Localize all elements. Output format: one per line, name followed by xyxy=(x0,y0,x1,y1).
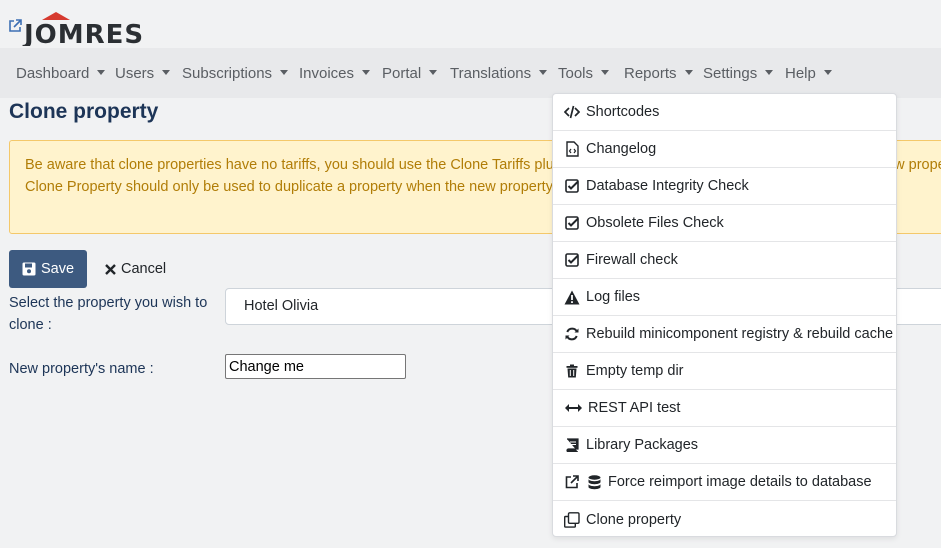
database-icon xyxy=(586,474,602,490)
tools-dropdown-menu: Shortcodes Changelog Database Integrity … xyxy=(552,93,897,537)
main-navbar: Dashboard Users Subscriptions Invoices P… xyxy=(0,48,941,98)
caret-down-icon xyxy=(601,70,610,75)
caret-down-icon xyxy=(97,70,106,75)
save-button[interactable]: Save xyxy=(9,250,87,288)
external-link-icon xyxy=(564,474,580,490)
caret-down-icon xyxy=(429,70,438,75)
nav-portal[interactable]: Portal xyxy=(382,48,438,98)
nav-users[interactable]: Users xyxy=(115,48,171,98)
nav-dashboard[interactable]: Dashboard xyxy=(16,48,106,98)
menu-item-changelog[interactable]: Changelog xyxy=(553,131,896,168)
arrows-h-icon xyxy=(564,400,582,416)
menu-item-force-reimport[interactable]: Force reimport image details to database xyxy=(553,464,896,501)
new-property-name-input[interactable] xyxy=(225,354,406,379)
book-icon xyxy=(564,437,580,453)
cancel-button[interactable]: Cancel xyxy=(105,256,166,282)
caret-down-icon xyxy=(539,70,548,75)
close-icon xyxy=(105,263,116,275)
menu-item-empty-temp-dir[interactable]: Empty temp dir xyxy=(553,353,896,390)
nav-subscriptions[interactable]: Subscriptions xyxy=(182,48,289,98)
check-square-icon xyxy=(564,178,580,194)
svg-text:JOMRES: JOMRES xyxy=(22,20,144,46)
nav-reports[interactable]: Reports xyxy=(624,48,693,98)
caret-down-icon xyxy=(280,70,289,75)
nav-help[interactable]: Help xyxy=(785,48,832,98)
jomres-logo[interactable]: JOMRES xyxy=(8,10,168,46)
select-property-label: Select the property you wish to clone : xyxy=(9,295,208,333)
nav-tools[interactable]: Tools xyxy=(558,48,610,98)
file-code-icon xyxy=(564,141,580,157)
menu-item-shortcodes[interactable]: Shortcodes xyxy=(553,94,896,131)
code-icon xyxy=(564,104,580,120)
menu-item-database-integrity-check[interactable]: Database Integrity Check xyxy=(553,168,896,205)
menu-item-log-files[interactable]: Log files xyxy=(553,279,896,316)
page-title: Clone property xyxy=(9,100,159,123)
nav-settings[interactable]: Settings xyxy=(703,48,774,98)
clone-icon xyxy=(564,511,580,528)
check-square-icon xyxy=(564,252,580,268)
floppy-disk-icon xyxy=(22,262,36,276)
caret-down-icon xyxy=(362,70,371,75)
nav-invoices[interactable]: Invoices xyxy=(299,48,371,98)
menu-item-rebuild-registry[interactable]: Rebuild minicomponent registry & rebuild… xyxy=(553,316,896,353)
trash-icon xyxy=(564,363,580,379)
menu-item-firewall-check[interactable]: Firewall check xyxy=(553,242,896,279)
caret-down-icon xyxy=(765,70,774,75)
caret-down-icon xyxy=(162,70,171,75)
new-name-label: New property's name : xyxy=(9,361,154,377)
menu-item-library-packages[interactable]: Library Packages xyxy=(553,427,896,464)
menu-item-clone-property[interactable]: Clone property xyxy=(553,501,896,538)
caret-down-icon xyxy=(684,70,693,75)
menu-item-rest-api-test[interactable]: REST API test xyxy=(553,390,896,427)
nav-translations[interactable]: Translations xyxy=(450,48,548,98)
refresh-icon xyxy=(564,326,580,342)
warning-icon xyxy=(564,289,580,305)
menu-item-obsolete-files-check[interactable]: Obsolete Files Check xyxy=(553,205,896,242)
check-square-icon xyxy=(564,215,580,231)
caret-down-icon xyxy=(823,70,832,75)
